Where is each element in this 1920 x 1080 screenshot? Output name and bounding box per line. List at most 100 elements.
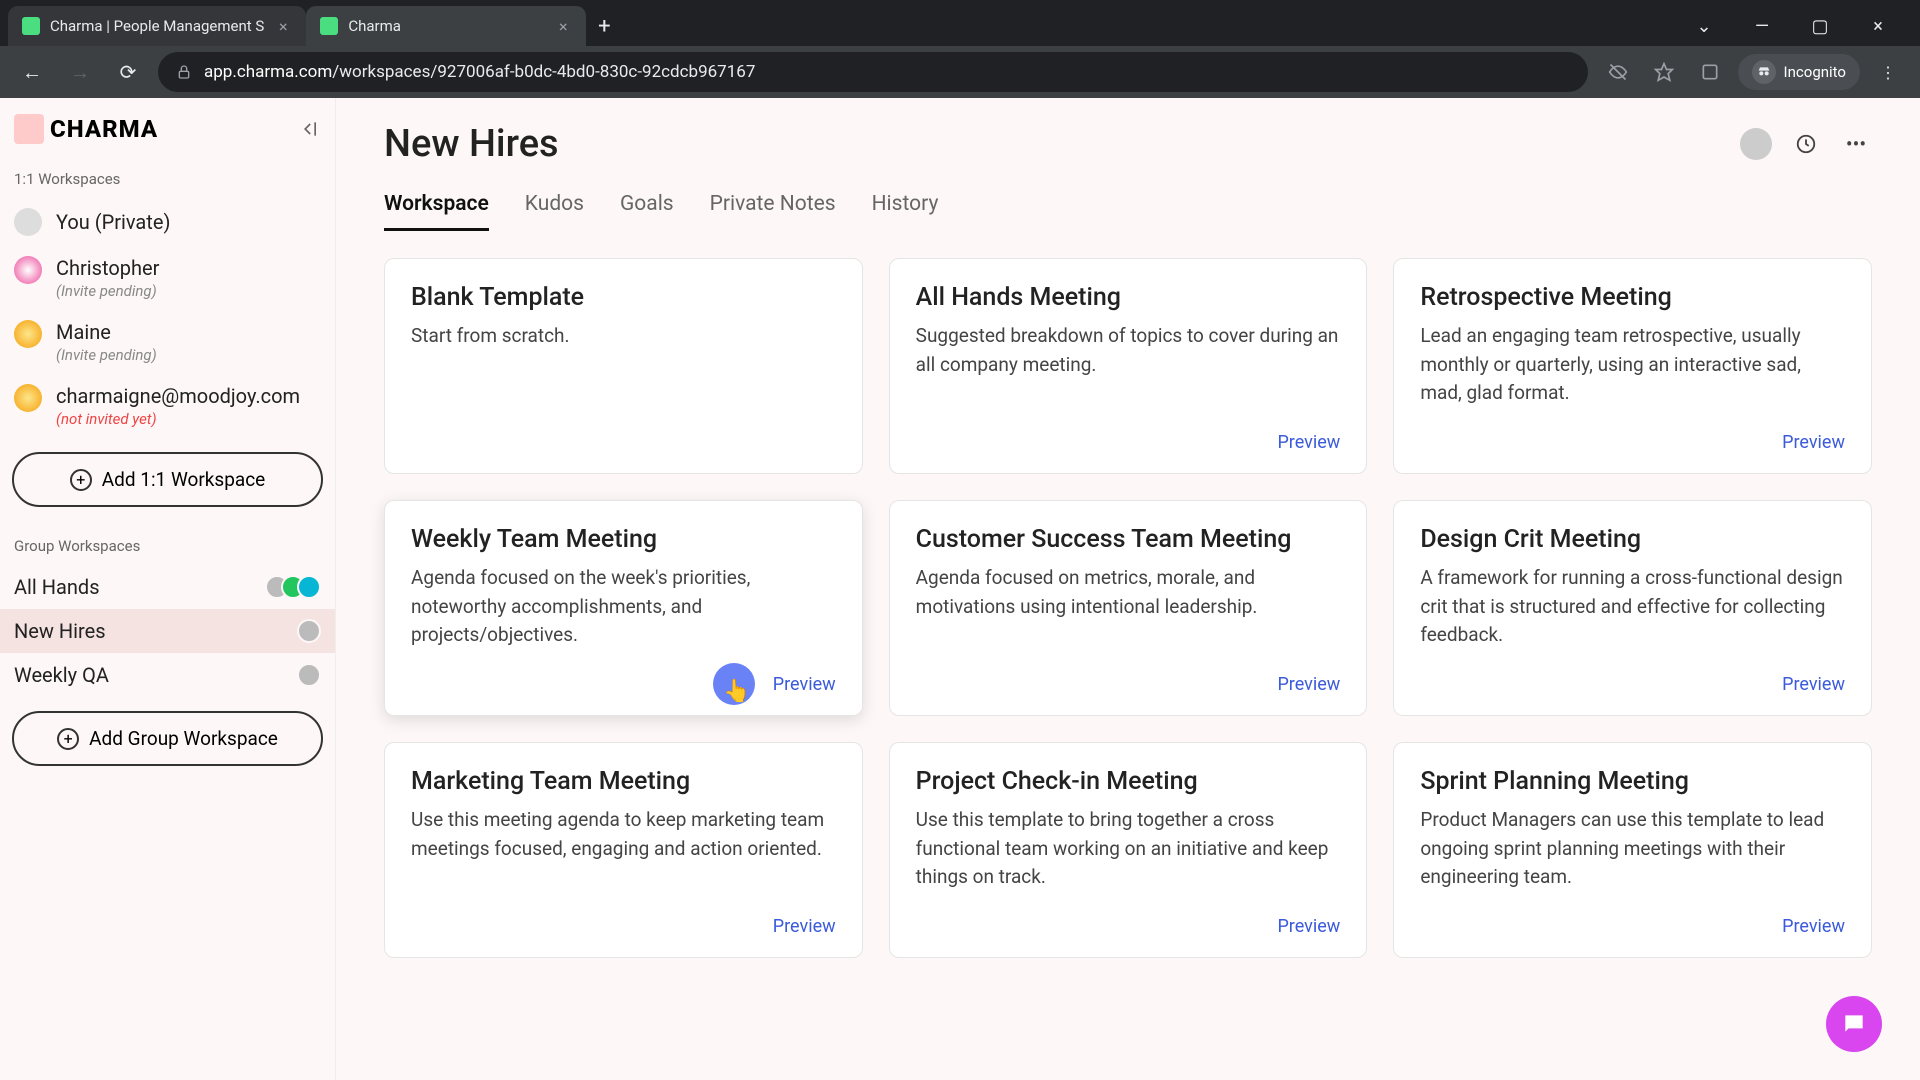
preview-link[interactable]: Preview [773, 674, 836, 695]
template-card-all-hands[interactable]: All Hands Meeting Suggested breakdown of… [889, 258, 1368, 474]
sidebar-item-sublabel: (not invited yet) [56, 410, 321, 428]
card-title: Retrospective Meeting [1420, 283, 1845, 312]
sidebar-item-label: Weekly QA [14, 663, 291, 687]
cursor-icon: 👆 [723, 679, 750, 704]
tabs: Workspace Kudos Goals Private Notes Hist… [384, 192, 1872, 232]
preview-link[interactable]: Preview [1277, 674, 1340, 695]
preview-link[interactable]: Preview [1277, 432, 1340, 453]
sidebar-item-you-private[interactable]: You (Private) [0, 198, 335, 246]
add-group-workspace-button[interactable]: + Add Group Workspace [12, 711, 323, 766]
card-desc: Use this template to bring together a cr… [916, 806, 1341, 892]
tab-title: Charma [348, 17, 544, 35]
reload-button[interactable]: ⟳ [110, 54, 146, 90]
maximize-button[interactable]: ▢ [1798, 8, 1842, 44]
tab-history[interactable]: History [872, 192, 939, 231]
lock-icon [176, 64, 192, 80]
preview-link[interactable]: Preview [773, 916, 836, 937]
main-content: New Hires ••• Workspace Kudos Goals Priv… [336, 98, 1920, 1080]
avatar [14, 384, 42, 412]
card-title: Marketing Team Meeting [411, 767, 836, 796]
extensions-icon[interactable] [1692, 54, 1728, 90]
template-card-project-checkin[interactable]: Project Check-in Meeting Use this templa… [889, 742, 1368, 958]
incognito-badge[interactable]: Incognito [1738, 54, 1860, 90]
sidebar-item-label: You (Private) [56, 210, 321, 234]
tab-private-notes[interactable]: Private Notes [710, 192, 836, 231]
sidebar-item-weekly-qa[interactable]: Weekly QA [0, 653, 335, 697]
clock-icon[interactable] [1790, 128, 1822, 160]
url-input[interactable]: app.charma.com/workspaces/927006af-b0dc-… [158, 52, 1588, 92]
tab-bar: Charma | People Management S × Charma × … [0, 0, 1920, 46]
card-desc: Agenda focused on the week's priorities,… [411, 564, 836, 650]
card-title: Project Check-in Meeting [916, 767, 1341, 796]
card-title: Customer Success Team Meeting [916, 525, 1341, 554]
star-icon[interactable] [1646, 54, 1682, 90]
favicon-icon [320, 17, 338, 35]
minimize-button[interactable]: — [1740, 8, 1784, 44]
card-desc: Suggested breakdown of topics to cover d… [916, 322, 1341, 379]
sidebar-item-charmaigne[interactable]: charmaigne@moodjoy.com (not invited yet) [0, 374, 335, 438]
card-desc: Agenda focused on metrics, morale, and m… [916, 564, 1341, 621]
browser-tab-0[interactable]: Charma | People Management S × [8, 6, 306, 46]
browser-chrome: Charma | People Management S × Charma × … [0, 0, 1920, 98]
sidebar-item-new-hires[interactable]: New Hires [0, 609, 335, 653]
card-title: Weekly Team Meeting [411, 525, 836, 554]
card-desc: Use this meeting agenda to keep marketin… [411, 806, 836, 863]
sidebar: CHARMA 1:1 Workspaces You (Private) Chri… [0, 98, 336, 1080]
incognito-icon [1752, 60, 1776, 84]
browser-tab-1[interactable]: Charma × [306, 6, 586, 46]
card-title: Blank Template [411, 283, 836, 312]
template-card-blank[interactable]: Blank Template Start from scratch. [384, 258, 863, 474]
card-title: Design Crit Meeting [1420, 525, 1845, 554]
incognito-label: Incognito [1784, 63, 1846, 81]
avatar-stack [305, 663, 321, 687]
favicon-icon [22, 17, 40, 35]
close-icon[interactable]: × [554, 17, 572, 35]
add-11-workspace-button[interactable]: + Add 1:1 Workspace [12, 452, 323, 507]
template-card-weekly-team[interactable]: Weekly Team Meeting Agenda focused on th… [384, 500, 863, 716]
logo[interactable]: CHARMA [14, 114, 158, 144]
close-window-button[interactable]: × [1856, 8, 1900, 44]
sidebar-item-label: charmaigne@moodjoy.com [56, 384, 321, 408]
collapse-sidebar-button[interactable] [301, 119, 321, 139]
card-title: Sprint Planning Meeting [1420, 767, 1845, 796]
template-card-sprint-planning[interactable]: Sprint Planning Meeting Product Managers… [1393, 742, 1872, 958]
logo-text: CHARMA [50, 115, 158, 143]
menu-icon[interactable]: ⋮ [1870, 54, 1906, 90]
back-button[interactable]: ← [14, 54, 50, 90]
preview-link[interactable]: Preview [1782, 916, 1845, 937]
url-text: app.charma.com/workspaces/927006af-b0dc-… [204, 62, 755, 82]
avatar [14, 320, 42, 348]
more-icon[interactable]: ••• [1840, 128, 1872, 160]
forward-button[interactable]: → [62, 54, 98, 90]
tab-workspace[interactable]: Workspace [384, 192, 489, 231]
chevron-down-icon[interactable]: ⌄ [1682, 8, 1726, 44]
avatar[interactable] [1740, 128, 1772, 160]
avatar-stack [273, 575, 321, 599]
sidebar-item-label: Maine [56, 320, 321, 344]
sidebar-item-maine[interactable]: Maine (Invite pending) [0, 310, 335, 374]
template-card-design-crit[interactable]: Design Crit Meeting A framework for runn… [1393, 500, 1872, 716]
sidebar-item-label: All Hands [14, 575, 259, 599]
plus-circle-icon: + [70, 469, 92, 491]
sidebar-item-christopher[interactable]: Christopher (Invite pending) [0, 246, 335, 310]
tab-goals[interactable]: Goals [620, 192, 674, 231]
preview-link[interactable]: Preview [1782, 674, 1845, 695]
template-card-customer-success[interactable]: Customer Success Team Meeting Agenda foc… [889, 500, 1368, 716]
tab-title: Charma | People Management S [50, 17, 264, 35]
chat-fab[interactable] [1826, 996, 1882, 1052]
app: CHARMA 1:1 Workspaces You (Private) Chri… [0, 98, 1920, 1080]
preview-link[interactable]: Preview [1782, 432, 1845, 453]
add-group-label: Add Group Workspace [89, 727, 278, 750]
card-desc: Product Managers can use this template t… [1420, 806, 1845, 892]
template-card-marketing[interactable]: Marketing Team Meeting Use this meeting … [384, 742, 863, 958]
eye-off-icon[interactable] [1600, 54, 1636, 90]
template-card-retrospective[interactable]: Retrospective Meeting Lead an engaging t… [1393, 258, 1872, 474]
new-tab-button[interactable]: + [586, 8, 622, 44]
preview-link[interactable]: Preview [1277, 916, 1340, 937]
sidebar-item-all-hands[interactable]: All Hands [0, 565, 335, 609]
sidebar-item-sublabel: (Invite pending) [56, 282, 321, 300]
close-icon[interactable]: × [274, 17, 292, 35]
tab-kudos[interactable]: Kudos [525, 192, 584, 231]
avatar [14, 208, 42, 236]
card-title: All Hands Meeting [916, 283, 1341, 312]
